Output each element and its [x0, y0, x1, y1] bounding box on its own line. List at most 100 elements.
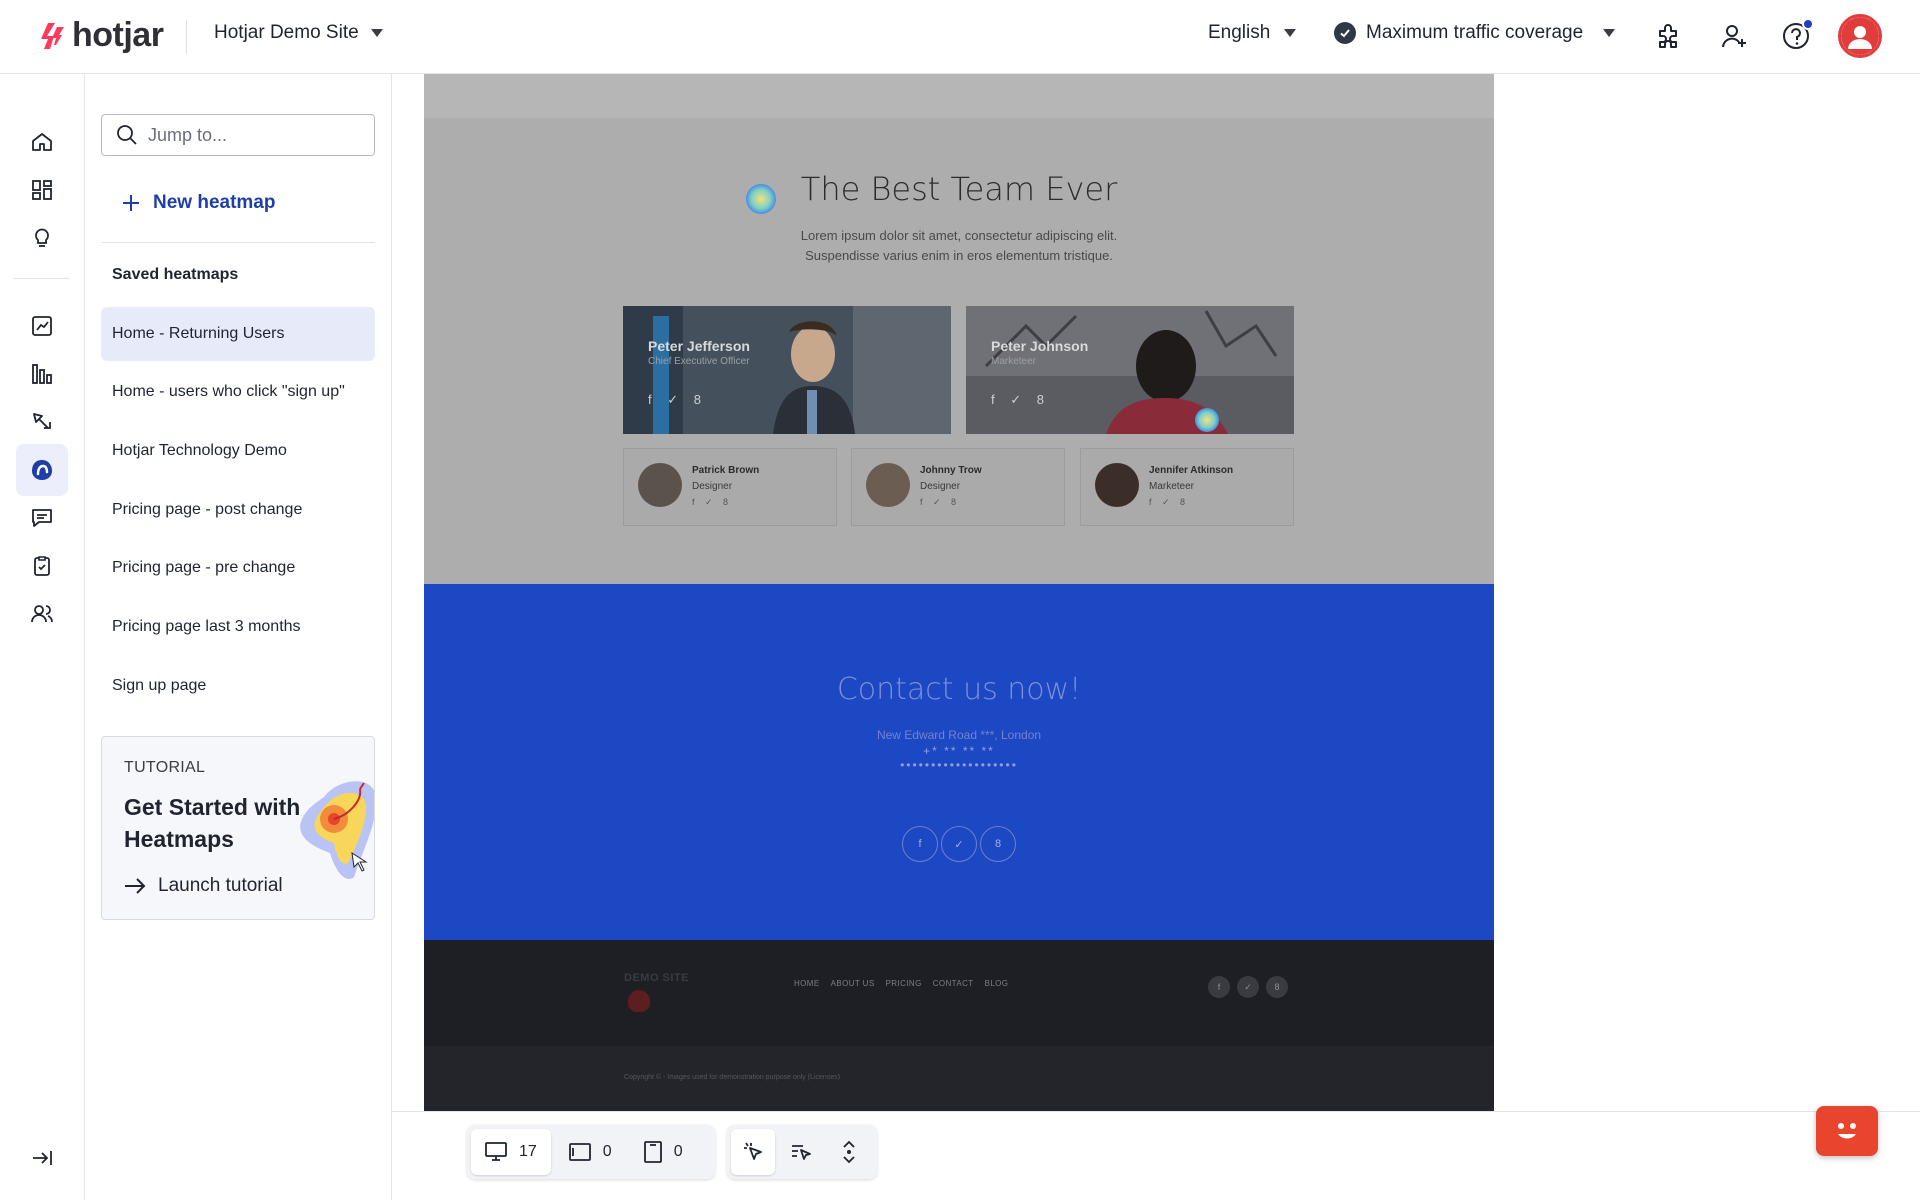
footer-nav-item: PRICING [885, 979, 922, 988]
team-member-name: Peter Johnson [991, 338, 1089, 354]
google-plus-icon: 8 [980, 826, 1016, 862]
check-icon [1334, 22, 1356, 44]
mobile-device-button[interactable]: 0 [630, 1129, 697, 1175]
social-icons: f ✓ 8 [991, 392, 1050, 407]
search-placeholder: Jump to... [148, 124, 228, 145]
contact-masked-info: +* ** ** ** ••••••••••••••••••• [424, 744, 1494, 772]
top-bar: hotjar Hotjar Demo Site English Maximum … [0, 0, 1920, 74]
traffic-coverage-selector[interactable]: Maximum traffic coverage [1334, 22, 1616, 44]
jump-to-search[interactable]: Jump to... [101, 114, 375, 156]
footer-nav-item: BLOG [984, 979, 1009, 988]
surveys-icon[interactable] [16, 540, 68, 592]
heatmap-illustration-icon [300, 781, 374, 879]
team-member-role: Designer [920, 481, 961, 492]
footer-nav: HOME ABOUT US PRICING CONTACT BLOG [794, 979, 1008, 988]
footer-nav-item: CONTACT [932, 979, 974, 988]
funnels-icon[interactable] [16, 348, 68, 400]
mobile-icon [643, 1141, 662, 1163]
notification-dot [1802, 18, 1814, 30]
saved-heatmaps-heading: Saved heatmaps [112, 266, 239, 283]
launch-tutorial-link[interactable]: Launch tutorial [124, 875, 283, 897]
heatmap-list-item[interactable]: Pricing page last 3 months [101, 600, 375, 654]
hotjar-logo[interactable]: hotjar [40, 16, 164, 55]
contact-section: Contact us now! New Edward Road ***, Lon… [424, 584, 1494, 940]
team-section: The Best Team Ever Lorem ipsum dolor sit… [424, 74, 1494, 584]
user-interviews-icon[interactable] [16, 588, 68, 640]
site-selector[interactable]: Hotjar Demo Site [214, 22, 383, 44]
move-map-button[interactable] [779, 1129, 823, 1175]
scroll-map-button[interactable] [827, 1129, 871, 1175]
heatmap-click-spot [746, 184, 776, 214]
plus-icon [123, 195, 139, 211]
team-card-small: Patrick Brown Designer f ✓ 8 [623, 448, 837, 526]
tutorial-card: TUTORIAL Get Started with Heatmaps Launc… [101, 736, 375, 920]
help-icon[interactable] [1778, 18, 1814, 54]
chevron-down-icon [370, 29, 383, 37]
trends-icon[interactable] [16, 300, 68, 352]
heatmaps-sidebar: Jump to... New heatmap Saved heatmaps Ho… [85, 74, 392, 1200]
team-card-small: Johnny Trow Designer f ✓ 8 [851, 448, 1065, 526]
traffic-label: Maximum traffic coverage [1366, 22, 1584, 43]
click-cursor-icon [744, 1142, 762, 1160]
new-heatmap-label: New heatmap [153, 192, 276, 213]
home-icon[interactable] [16, 116, 68, 168]
site-name: Hotjar Demo Site [214, 22, 359, 43]
heatmap-mode-group [727, 1125, 877, 1179]
tablet-device-button[interactable]: 0 [555, 1129, 626, 1175]
team-subtitle-line: Lorem ipsum dolor sit amet, consectetur … [800, 228, 1118, 243]
arrow-right-icon [125, 878, 146, 894]
team-member-role: Chief Executive Officer [648, 356, 750, 367]
topbar-divider [186, 20, 187, 54]
heatmap-canvas[interactable]: The Best Team Ever Lorem ipsum dolor sit… [424, 74, 1494, 1111]
device-filter-group: 17 0 0 [467, 1125, 715, 1179]
language-selector[interactable]: English [1208, 22, 1297, 44]
heatmap-list-item[interactable]: Pricing page - post change [101, 483, 375, 537]
google-plus-icon: 8 [1266, 976, 1288, 998]
chevron-down-icon [1603, 29, 1616, 37]
team-subtitle-line: Suspendisse varius enim in eros elementu… [805, 248, 1113, 263]
team-member-role: Designer [692, 481, 733, 492]
heatmaps-icon[interactable] [16, 444, 68, 496]
tablet-icon [568, 1143, 591, 1161]
heatmap-list-item[interactable]: Hotjar Technology Demo [101, 424, 375, 478]
team-member-name: Jennifer Atkinson [1149, 465, 1234, 476]
heatmap-list-item[interactable]: Home - users who click "sign up" [101, 365, 375, 419]
team-card-large: Peter Johnson Marketeer f ✓ 8 [966, 306, 1294, 434]
team-title: The Best Team Ever [800, 170, 1118, 208]
mobile-count: 0 [673, 1143, 683, 1160]
footer-section: DEMO SITE HOME ABOUT US PRICING CONTACT … [424, 940, 1494, 1046]
hotjar-flame-icon [41, 22, 64, 49]
new-heatmap-button[interactable]: New heatmap [121, 192, 275, 214]
sidebar-divider [101, 242, 375, 243]
team-card-large: Peter Jefferson Chief Executive Officer … [623, 306, 951, 434]
heatmap-list-item[interactable]: Home - Returning Users [101, 307, 375, 361]
social-icons: f ✓ 8 [1149, 497, 1190, 507]
contact-masked-line: +* ** ** ** [923, 744, 995, 758]
chevron-down-icon [1284, 29, 1297, 37]
recordings-icon[interactable] [16, 396, 68, 448]
insights-lightbulb-icon[interactable] [16, 212, 68, 264]
team-member-role: Marketeer [991, 356, 1037, 367]
heatmap-list-item[interactable]: Sign up page [101, 659, 375, 713]
feedback-widget-button[interactable] [1816, 1106, 1878, 1156]
invite-user-icon[interactable] [1716, 18, 1752, 54]
expand-sidebar-icon[interactable] [16, 1132, 68, 1184]
contact-masked-line: ••••••••••••••••••• [900, 758, 1018, 772]
twitter-icon: ✓ [1237, 976, 1259, 998]
member-photo [1095, 463, 1139, 507]
team-member-name: Johnny Trow [920, 465, 982, 476]
heatmap-list-item[interactable]: Pricing page - pre change [101, 541, 375, 595]
click-map-button[interactable] [731, 1129, 775, 1175]
contact-address: New Edward Road ***, London [876, 728, 1042, 742]
feedback-icon[interactable] [16, 492, 68, 544]
desktop-device-button[interactable]: 17 [471, 1129, 551, 1175]
user-avatar[interactable] [1838, 14, 1882, 58]
social-icons: f ✓ 8 [648, 392, 707, 407]
launch-tutorial-label: Launch tutorial [158, 875, 283, 896]
team-subtitle: Lorem ipsum dolor sit amet, consectetur … [424, 226, 1494, 266]
language-label: English [1208, 22, 1271, 43]
tutorial-title: Get Started with Heatmaps [124, 794, 301, 852]
dashboard-icon[interactable] [16, 164, 68, 216]
integrations-puzzle-icon[interactable] [1651, 18, 1687, 54]
brand-name: hotjar [72, 16, 164, 54]
